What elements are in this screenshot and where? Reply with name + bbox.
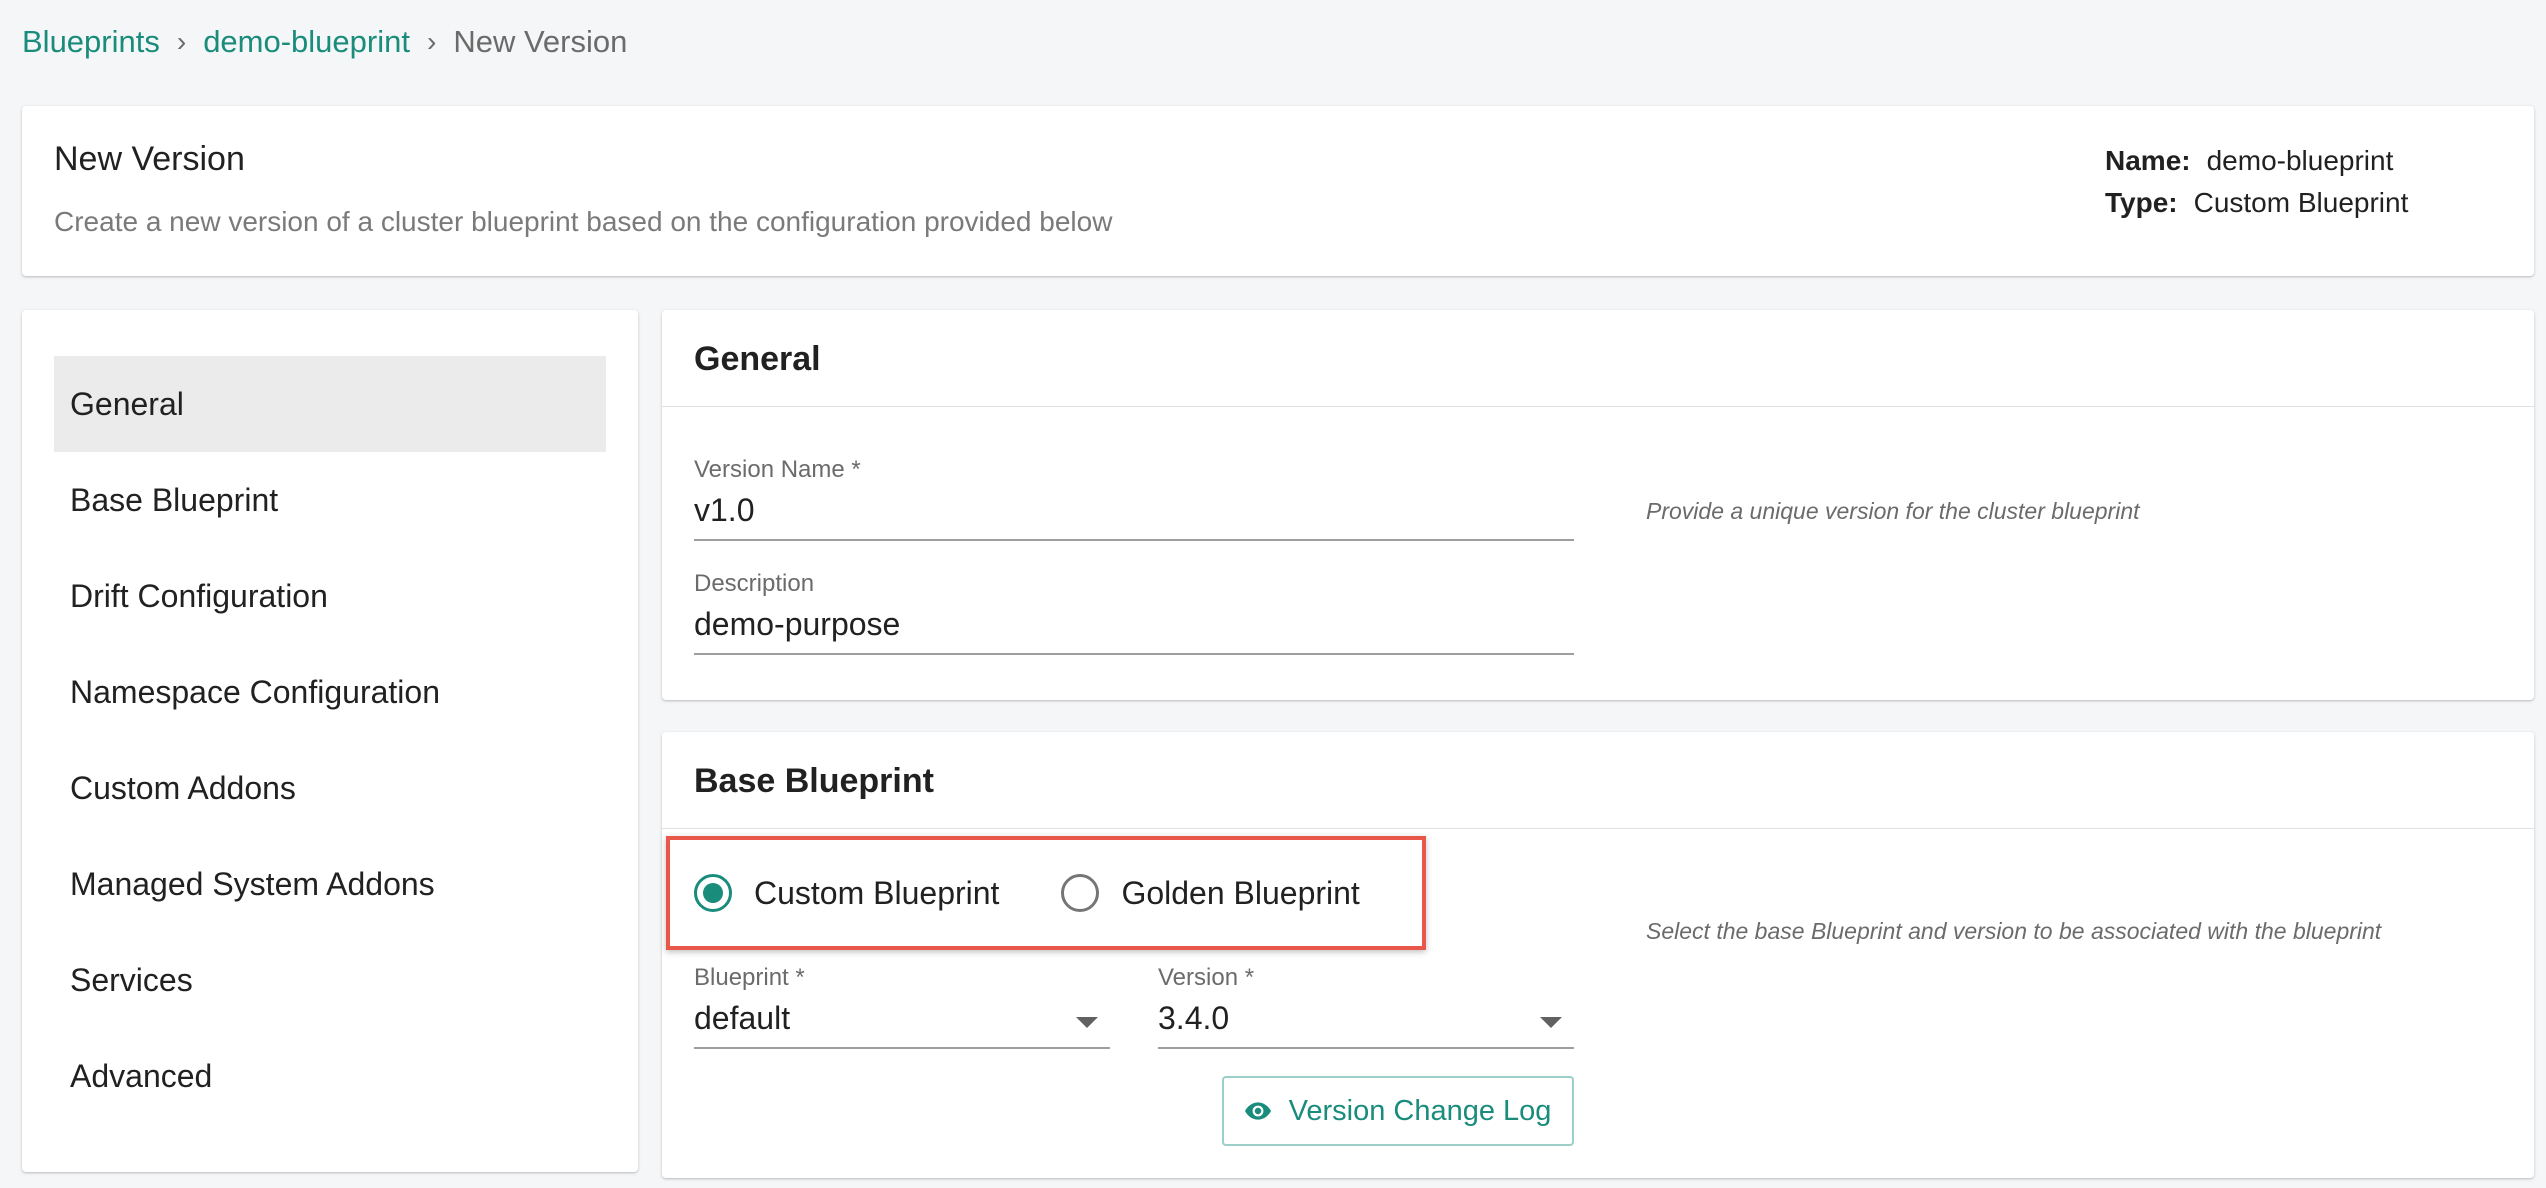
description-label: Description bbox=[694, 570, 815, 597]
sidebar-item-general[interactable]: General bbox=[54, 356, 606, 452]
version-select-field: Version * 3.4.0 bbox=[1158, 964, 1574, 1049]
version-select-label: Version * bbox=[1158, 964, 1255, 991]
version-select[interactable]: 3.4.0 bbox=[1158, 1000, 1574, 1049]
version-name-label: Version Name * bbox=[694, 456, 861, 483]
breadcrumb-demo-blueprint-link[interactable]: demo-blueprint bbox=[203, 20, 410, 64]
description-input[interactable] bbox=[694, 606, 1574, 655]
breadcrumb-blueprints-link[interactable]: Blueprints bbox=[22, 20, 160, 64]
breadcrumb-separator: › bbox=[426, 26, 437, 57]
general-section-title: General bbox=[694, 340, 821, 378]
meta-type-row: Type: Custom Blueprint bbox=[2105, 182, 2408, 224]
sidebar-item-base-blueprint[interactable]: Base Blueprint bbox=[54, 452, 606, 548]
blueprint-select[interactable]: default bbox=[694, 1000, 1110, 1049]
version-name-hint: Provide a unique version for the cluster… bbox=[1646, 498, 2140, 524]
meta-name-value: demo-blueprint bbox=[2206, 145, 2394, 176]
section-divider bbox=[662, 828, 2534, 829]
page-subtitle: Create a new version of a cluster bluepr… bbox=[54, 206, 1113, 237]
version-name-input[interactable] bbox=[694, 492, 1574, 541]
page-title: New Version bbox=[54, 140, 245, 178]
meta-type-value: Custom Blueprint bbox=[2193, 187, 2409, 218]
radio-golden-blueprint[interactable]: Golden Blueprint bbox=[1061, 874, 1360, 912]
dropdown-arrow-icon bbox=[1540, 1017, 1562, 1028]
sidebar-item-custom-addons[interactable]: Custom Addons bbox=[54, 740, 606, 836]
breadcrumb-current: New Version bbox=[453, 24, 628, 59]
radio-unchecked-icon[interactable] bbox=[1061, 874, 1100, 912]
version-change-log-button[interactable]: Version Change Log bbox=[1222, 1076, 1574, 1146]
version-select-value: 3.4.0 bbox=[1158, 1000, 1230, 1036]
radio-dot bbox=[703, 883, 723, 903]
base-blueprint-hint: Select the base Blueprint and version to… bbox=[1646, 918, 2382, 944]
base-blueprint-section: Base Blueprint Custom Blueprint Golden B… bbox=[662, 732, 2534, 1178]
sidebar-nav: General Base Blueprint Drift Configurati… bbox=[54, 356, 606, 1124]
version-change-log-label: Version Change Log bbox=[1288, 1094, 1552, 1127]
base-blueprint-section-title: Base Blueprint bbox=[694, 762, 934, 800]
general-section: General Version Name * Description Provi… bbox=[662, 310, 2534, 700]
sidebar-item-managed-system-addons[interactable]: Managed System Addons bbox=[54, 836, 606, 932]
radio-custom-blueprint[interactable]: Custom Blueprint bbox=[694, 874, 999, 912]
radio-golden-blueprint-label: Golden Blueprint bbox=[1121, 874, 1360, 911]
breadcrumb-separator: › bbox=[176, 26, 187, 57]
sidebar-item-namespace-configuration[interactable]: Namespace Configuration bbox=[54, 644, 606, 740]
sidebar-item-services[interactable]: Services bbox=[54, 932, 606, 1028]
sidebar: General Base Blueprint Drift Configurati… bbox=[22, 310, 638, 1172]
blueprint-select-value: default bbox=[694, 1000, 791, 1036]
blueprint-select-label: Blueprint * bbox=[694, 964, 805, 991]
page: Blueprints › demo-blueprint › New Versio… bbox=[0, 0, 2546, 1188]
sidebar-item-drift-configuration[interactable]: Drift Configuration bbox=[54, 548, 606, 644]
description-field: Description bbox=[694, 570, 1574, 655]
meta-name-row: Name: demo-blueprint bbox=[2105, 140, 2408, 182]
sidebar-item-advanced[interactable]: Advanced bbox=[54, 1028, 606, 1124]
radio-custom-blueprint-label: Custom Blueprint bbox=[754, 874, 1000, 911]
breadcrumb: Blueprints › demo-blueprint › New Versio… bbox=[22, 20, 627, 64]
eye-icon bbox=[1244, 1102, 1271, 1120]
dropdown-arrow-icon bbox=[1076, 1017, 1098, 1028]
blueprint-select-field: Blueprint * default bbox=[694, 964, 1110, 1049]
blueprint-meta: Name: demo-blueprint Type: Custom Bluepr… bbox=[2105, 140, 2408, 224]
header-card: New Version Create a new version of a cl… bbox=[22, 106, 2534, 276]
blueprint-type-radio-group: Custom Blueprint Golden Blueprint bbox=[666, 836, 1426, 950]
version-name-field: Version Name * bbox=[694, 456, 1574, 541]
meta-type-label: Type: bbox=[2105, 187, 2178, 218]
radio-checked-icon[interactable] bbox=[694, 874, 732, 912]
section-divider bbox=[662, 406, 2534, 407]
meta-name-label: Name: bbox=[2105, 145, 2191, 176]
